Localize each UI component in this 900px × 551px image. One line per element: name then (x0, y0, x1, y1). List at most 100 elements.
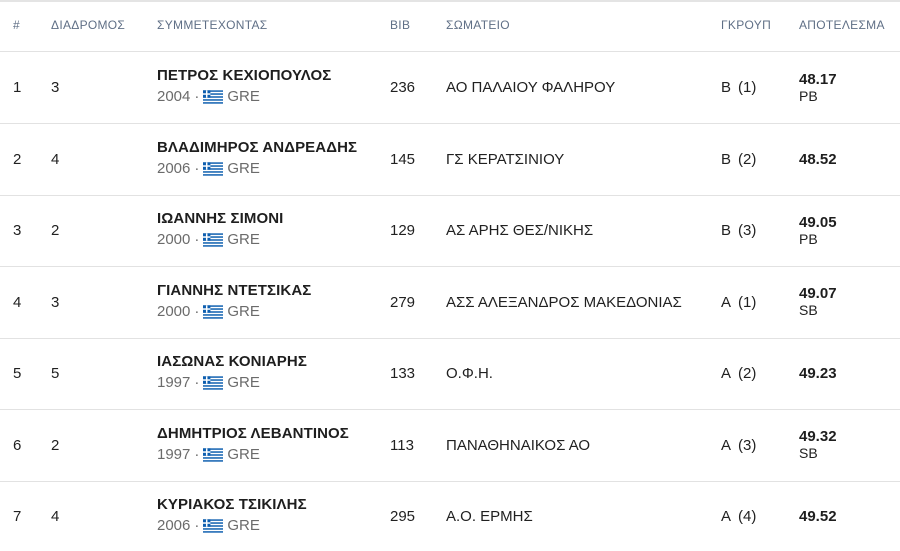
lane-cell: 2 (51, 222, 60, 239)
greece-flag-icon (203, 519, 224, 533)
athlete-name-link[interactable]: ΚΥΡΙΑΚΟΣ ΤΣΙΚΙΛΗΣ (157, 495, 307, 515)
results-page: # ΔΙΑΔΡΟΜΟΣ ΣΥΜΜΕΤΕΧΟΝΤΑΣ BIB ΣΩΜΑΤΕΙΟ Γ… (0, 0, 900, 551)
result-cell: 49.23 (799, 338, 837, 409)
meta-separator: · (194, 517, 200, 534)
country-code: GRE (227, 517, 260, 534)
group-position: (2) (738, 365, 757, 382)
group-position: (2) (738, 150, 757, 168)
result-note: PB (799, 230, 818, 247)
result-cell: 49.07 SB (799, 267, 837, 338)
lane-cell: 3 (51, 293, 60, 311)
greece-flag-icon (203, 233, 224, 247)
header-group[interactable]: ΓΚΡΟΥΠ (721, 18, 771, 32)
athlete-name-link[interactable]: ΙΩΑΝΝΗΣ ΣΙΜΟΝΙ (157, 209, 283, 229)
result-time: 49.07 (799, 285, 837, 302)
result-cell: 48.52 (799, 124, 837, 195)
group-cell: Β (2) (721, 124, 756, 195)
header-club[interactable]: ΣΩΜΑΤΕΙΟ (446, 18, 510, 32)
club-cell: Ο.Φ.Η. (446, 365, 493, 382)
result-time: 48.52 (799, 150, 837, 168)
birth-year: 1997 (157, 374, 191, 391)
greece-flag-icon (203, 161, 224, 176)
table-row[interactable]: 2 4 ΒΛΑΔΙΜΗΡΟΣ ΑΝΔΡΕΑΔΗΣ 2006 · GRE 145 … (0, 124, 900, 196)
result-time: 49.52 (799, 508, 837, 525)
club-cell: ΠΑΝΑΘΗΝΑΙΚΟΣ ΑΟ (446, 436, 591, 454)
table-row[interactable]: 7 4 ΚΥΡΙΑΚΟΣ ΤΣΙΚΙΛΗΣ 2006 · GRE 295 Α.Ο… (0, 481, 900, 551)
club-cell: ΓΣ ΚΕΡΑΤΣΙΝΙΟΥ (446, 150, 565, 168)
header-bib[interactable]: BIB (390, 18, 410, 32)
table-row[interactable]: 5 5 ΙΑΣΩΝΑΣ ΚΟΝΙΑΡΗΣ 1997 · GRE 133 Ο.Φ.… (0, 338, 900, 410)
bib-cell: 145 (390, 150, 416, 168)
birth-year: 2006 (157, 159, 191, 177)
result-note: PB (799, 87, 818, 104)
rank-cell: 7 (13, 508, 22, 525)
table-row[interactable]: 1 3 ΠΕΤΡΟΣ ΚΕΧΙΟΠΟΥΛΟΣ 2004 · GRE 236 ΑΟ… (0, 52, 900, 124)
country-code: GRE (227, 374, 260, 391)
meta-separator: · (194, 159, 200, 177)
meta-separator: · (194, 302, 200, 320)
result-cell: 49.52 (799, 481, 837, 551)
meta-separator: · (194, 374, 200, 391)
athlete-name-link[interactable]: ΙΑΣΩΝΑΣ ΚΟΝΙΑΡΗΣ (157, 352, 307, 372)
group-cell: Β (1) (721, 52, 756, 123)
result-cell: 49.05 PB (799, 195, 837, 266)
country-code: GRE (227, 159, 260, 177)
result-time: 48.17 (799, 70, 837, 88)
athlete-meta: 1997 · GRE (157, 373, 307, 393)
country-code: GRE (227, 88, 260, 105)
athlete-meta: 2004 · GRE (157, 87, 331, 107)
group-letter: Α (721, 508, 732, 525)
header-athlete[interactable]: ΣΥΜΜΕΤΕΧΟΝΤΑΣ (157, 18, 268, 32)
club-cell: ΑΟ ΠΑΛΑΙΟΥ ΦΑΛΗΡΟΥ (446, 79, 616, 96)
lane-cell: 3 (51, 79, 60, 96)
athlete-cell: ΙΑΣΩΝΑΣ ΚΟΝΙΑΡΗΣ 1997 · GRE (157, 352, 307, 393)
athlete-name-link[interactable]: ΔΗΜΗΤΡΙΟΣ ΛΕΒΑΝΤΙΝΟΣ (157, 424, 349, 444)
result-note: SB (799, 445, 818, 461)
greece-flag-icon (203, 376, 224, 390)
birth-year: 2000 (157, 231, 191, 248)
birth-year: 1997 (157, 445, 191, 463)
group-cell: Α (3) (721, 410, 756, 481)
group-letter: Β (721, 222, 732, 239)
athlete-cell: ΙΩΑΝΝΗΣ ΣΙΜΟΝΙ 2000 · GRE (157, 209, 283, 250)
athlete-cell: ΓΙΑΝΝΗΣ ΝΤΕΤΣΙΚΑΣ 2000 · GRE (157, 281, 311, 322)
athlete-name-link[interactable]: ΓΙΑΝΝΗΣ ΝΤΕΤΣΙΚΑΣ (157, 281, 311, 301)
bib-cell: 279 (390, 293, 416, 311)
group-letter: Β (721, 150, 732, 168)
table-row[interactable]: 6 2 ΔΗΜΗΤΡΙΟΣ ΛΕΒΑΝΤΙΝΟΣ 1997 · GRE 113 … (0, 410, 900, 482)
lane-cell: 4 (51, 150, 60, 168)
group-letter: Β (721, 79, 732, 96)
group-position: (3) (738, 436, 757, 454)
table-row[interactable]: 3 2 ΙΩΑΝΝΗΣ ΣΙΜΟΝΙ 2000 · GRE 129 ΑΣ ΑΡΗ… (0, 195, 900, 267)
bib-cell: 295 (390, 508, 416, 525)
group-letter: Α (721, 293, 732, 311)
athlete-cell: ΚΥΡΙΑΚΟΣ ΤΣΙΚΙΛΗΣ 2006 · GRE (157, 495, 307, 536)
greece-flag-icon (203, 447, 224, 462)
club-cell: ΑΣΣ ΑΛΕΞΑΝΔΡΟΣ ΜΑΚΕΔΟΝΙΑΣ (446, 293, 682, 311)
athlete-meta: 2000 · GRE (157, 302, 311, 322)
header-result[interactable]: ΑΠΟΤΕΛΕΣΜΑ (799, 18, 885, 32)
athlete-name-link[interactable]: ΒΛΑΔΙΜΗΡΟΣ ΑΝΔΡΕΑΔΗΣ (157, 138, 357, 158)
header-lane[interactable]: ΔΙΑΔΡΟΜΟΣ (51, 18, 125, 32)
lane-cell: 2 (51, 436, 60, 454)
group-position: (1) (738, 79, 757, 96)
bib-cell: 133 (390, 365, 416, 382)
table-row[interactable]: 4 3 ΓΙΑΝΝΗΣ ΝΤΕΤΣΙΚΑΣ 2000 · GRE 279 ΑΣΣ… (0, 267, 900, 339)
group-cell: Β (3) (721, 195, 756, 266)
header-rank[interactable]: # (13, 18, 20, 32)
rank-cell: 6 (13, 436, 22, 454)
athlete-meta: 2006 · GRE (157, 516, 307, 536)
country-code: GRE (227, 445, 260, 463)
athlete-name-link[interactable]: ΠΕΤΡΟΣ ΚΕΧΙΟΠΟΥΛΟΣ (157, 66, 331, 86)
group-cell: Α (4) (721, 481, 756, 551)
country-code: GRE (227, 302, 260, 320)
meta-separator: · (194, 445, 200, 463)
birth-year: 2004 (157, 88, 191, 105)
birth-year: 2000 (157, 302, 191, 320)
group-position: (3) (738, 222, 757, 239)
lane-cell: 5 (51, 365, 60, 382)
club-cell: Α.Ο. ΕΡΜΗΣ (446, 508, 533, 525)
country-code: GRE (227, 231, 260, 248)
meta-separator: · (194, 88, 200, 105)
result-cell: 49.32 SB (799, 410, 837, 481)
